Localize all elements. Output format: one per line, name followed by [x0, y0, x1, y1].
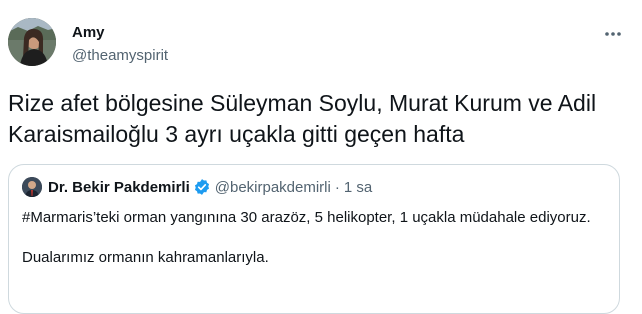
verified-badge-icon: [193, 178, 211, 196]
separator-dot: ·: [334, 178, 340, 196]
quoted-timestamp[interactable]: 1 sa: [344, 179, 372, 196]
author-display-name[interactable]: Amy: [72, 24, 105, 41]
author-avatar[interactable]: [8, 18, 56, 66]
quoted-paragraph-2: Dualarımız ormanın kahramanlarıyla.: [22, 249, 269, 266]
quoted-tweet-card[interactable]: Dr. Bekir Pakdemirli @bekirpakdemirli · …: [8, 164, 620, 314]
ellipsis-icon: [604, 24, 622, 42]
quoted-author-avatar[interactable]: [22, 177, 42, 197]
quoted-tweet-text: #Marmaris’teki orman yangınına 30 arazöz…: [22, 208, 607, 268]
quoted-display-name[interactable]: Dr. Bekir Pakdemirli: [48, 179, 190, 196]
quoted-handle[interactable]: @bekirpakdemirli: [215, 179, 331, 196]
more-options-button[interactable]: [598, 18, 628, 48]
quoted-tweet-header: Dr. Bekir Pakdemirli @bekirpakdemirli · …: [22, 177, 372, 197]
author-handle[interactable]: @theamyspirit: [72, 47, 168, 64]
tweet-text: Rize afet bölgesine Süleyman Soylu, Mura…: [8, 90, 597, 147]
quoted-paragraph-1: #Marmaris’teki orman yangınına 30 arazöz…: [22, 209, 591, 226]
